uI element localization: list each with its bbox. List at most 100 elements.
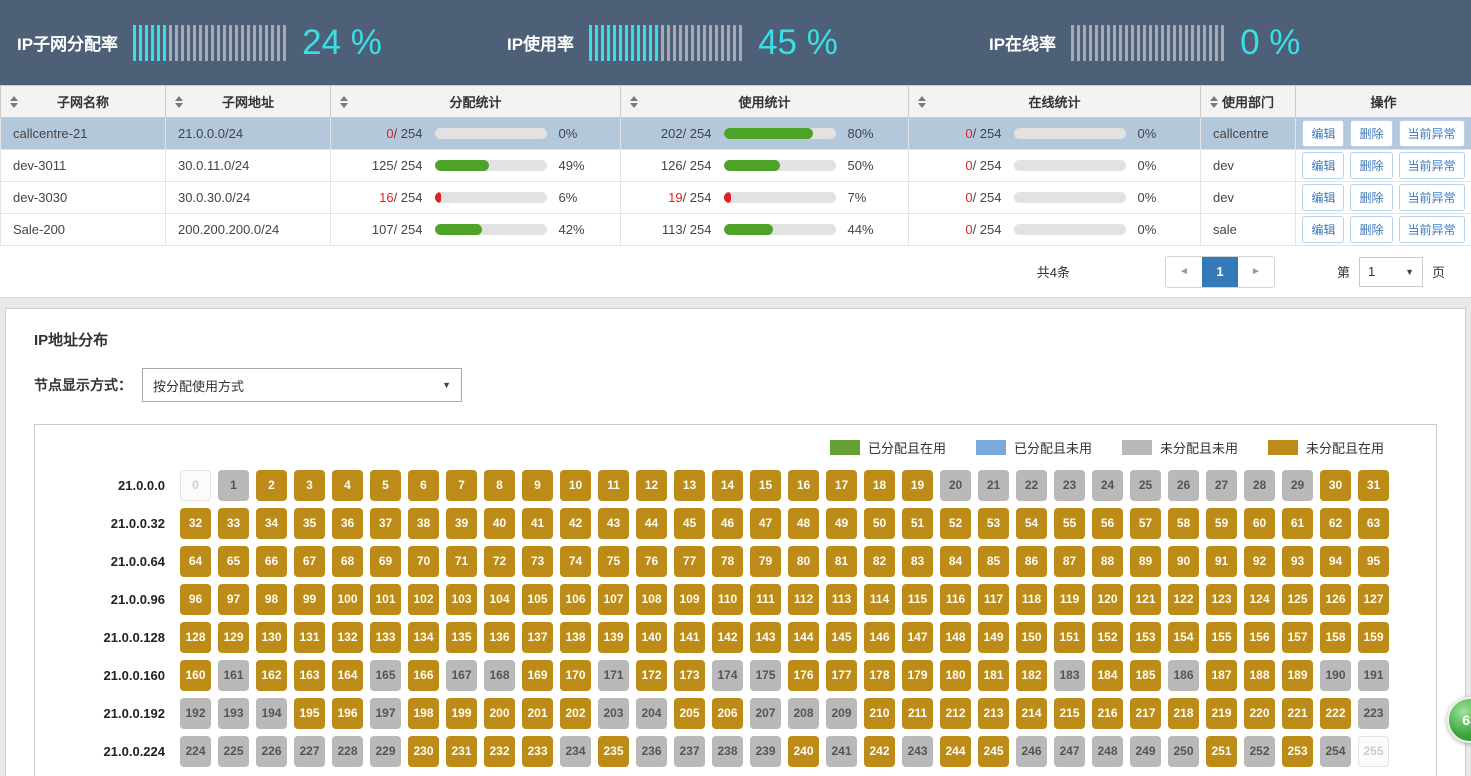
col-header-1[interactable]: 子网地址 — [166, 86, 331, 118]
ip-cell[interactable]: 107 — [598, 584, 629, 615]
ip-cell[interactable]: 113 — [826, 584, 857, 615]
ip-cell[interactable]: 28 — [1244, 470, 1275, 501]
ip-cell[interactable]: 109 — [674, 584, 705, 615]
ip-cell[interactable]: 6 — [408, 470, 439, 501]
ip-cell[interactable]: 45 — [674, 508, 705, 539]
ip-cell[interactable]: 235 — [598, 736, 629, 767]
ip-cell[interactable]: 98 — [256, 584, 287, 615]
ip-cell[interactable]: 20 — [940, 470, 971, 501]
ip-cell[interactable]: 188 — [1244, 660, 1275, 691]
ip-cell[interactable]: 156 — [1244, 622, 1275, 653]
ip-cell[interactable]: 183 — [1054, 660, 1085, 691]
ip-cell[interactable]: 7 — [446, 470, 477, 501]
ip-cell[interactable]: 189 — [1282, 660, 1313, 691]
ip-cell[interactable]: 184 — [1092, 660, 1123, 691]
delete-button[interactable]: 删除 — [1350, 184, 1392, 211]
ip-cell[interactable]: 73 — [522, 546, 553, 577]
ip-cell[interactable]: 186 — [1168, 660, 1199, 691]
current-abnormal-button[interactable]: 当前异常 — [1399, 184, 1465, 211]
ip-cell[interactable]: 81 — [826, 546, 857, 577]
ip-cell[interactable]: 208 — [788, 698, 819, 729]
table-row[interactable]: dev-303030.0.30.0/2416/ 2546%19/ 2547%0/… — [1, 182, 1471, 214]
ip-cell[interactable]: 132 — [332, 622, 363, 653]
ip-cell[interactable]: 59 — [1206, 508, 1237, 539]
ip-cell[interactable]: 47 — [750, 508, 781, 539]
current-abnormal-button[interactable]: 当前异常 — [1399, 120, 1465, 147]
ip-cell[interactable]: 241 — [826, 736, 857, 767]
ip-cell[interactable]: 191 — [1358, 660, 1389, 691]
ip-cell[interactable]: 222 — [1320, 698, 1351, 729]
ip-cell[interactable]: 153 — [1130, 622, 1161, 653]
ip-cell[interactable]: 210 — [864, 698, 895, 729]
ip-cell[interactable]: 247 — [1054, 736, 1085, 767]
ip-cell[interactable]: 221 — [1282, 698, 1313, 729]
ip-cell[interactable]: 65 — [218, 546, 249, 577]
ip-cell[interactable]: 154 — [1168, 622, 1199, 653]
ip-cell[interactable]: 91 — [1206, 546, 1237, 577]
ip-cell[interactable]: 39 — [446, 508, 477, 539]
ip-cell[interactable]: 213 — [978, 698, 1009, 729]
ip-cell[interactable]: 135 — [446, 622, 477, 653]
col-header-2[interactable]: 分配统计 — [331, 86, 621, 118]
ip-cell[interactable]: 214 — [1016, 698, 1047, 729]
ip-cell[interactable]: 167 — [446, 660, 477, 691]
ip-cell[interactable]: 157 — [1282, 622, 1313, 653]
ip-cell[interactable]: 79 — [750, 546, 781, 577]
ip-cell[interactable]: 3 — [294, 470, 325, 501]
ip-cell[interactable]: 16 — [788, 470, 819, 501]
ip-cell[interactable]: 51 — [902, 508, 933, 539]
ip-cell[interactable]: 4 — [332, 470, 363, 501]
ip-cell[interactable]: 114 — [864, 584, 895, 615]
ip-cell[interactable]: 169 — [522, 660, 553, 691]
ip-cell[interactable]: 164 — [332, 660, 363, 691]
ip-cell[interactable]: 165 — [370, 660, 401, 691]
ip-cell[interactable]: 40 — [484, 508, 515, 539]
ip-cell[interactable]: 145 — [826, 622, 857, 653]
ip-cell[interactable]: 148 — [940, 622, 971, 653]
ip-cell[interactable]: 82 — [864, 546, 895, 577]
next-page-button[interactable]: ► — [1238, 257, 1274, 287]
ip-cell[interactable]: 17 — [826, 470, 857, 501]
delete-button[interactable]: 删除 — [1350, 152, 1392, 179]
ip-cell[interactable]: 180 — [940, 660, 971, 691]
ip-cell[interactable]: 134 — [408, 622, 439, 653]
ip-cell[interactable]: 212 — [940, 698, 971, 729]
ip-cell[interactable]: 93 — [1282, 546, 1313, 577]
ip-cell[interactable]: 149 — [978, 622, 1009, 653]
ip-cell[interactable]: 19 — [902, 470, 933, 501]
ip-cell[interactable]: 211 — [902, 698, 933, 729]
ip-cell[interactable]: 249 — [1130, 736, 1161, 767]
sort-icon[interactable] — [175, 96, 183, 108]
ip-cell[interactable]: 223 — [1358, 698, 1389, 729]
ip-cell[interactable]: 24 — [1092, 470, 1123, 501]
page-1-button[interactable]: 1 — [1202, 257, 1238, 287]
ip-cell[interactable]: 96 — [180, 584, 211, 615]
ip-cell[interactable]: 49 — [826, 508, 857, 539]
ip-cell[interactable]: 41 — [522, 508, 553, 539]
ip-cell[interactable]: 54 — [1016, 508, 1047, 539]
ip-cell[interactable]: 116 — [940, 584, 971, 615]
ip-cell[interactable]: 100 — [332, 584, 363, 615]
ip-cell[interactable]: 253 — [1282, 736, 1313, 767]
ip-cell[interactable]: 151 — [1054, 622, 1085, 653]
ip-cell[interactable]: 192 — [180, 698, 211, 729]
display-mode-select[interactable]: 按分配使用方式 ▼ — [142, 368, 462, 402]
ip-cell[interactable]: 76 — [636, 546, 667, 577]
ip-cell[interactable]: 102 — [408, 584, 439, 615]
ip-cell[interactable]: 159 — [1358, 622, 1389, 653]
ip-cell[interactable]: 42 — [560, 508, 591, 539]
ip-cell[interactable]: 231 — [446, 736, 477, 767]
ip-cell[interactable]: 58 — [1168, 508, 1199, 539]
ip-cell[interactable]: 205 — [674, 698, 705, 729]
ip-cell[interactable]: 171 — [598, 660, 629, 691]
ip-cell[interactable]: 15 — [750, 470, 781, 501]
ip-cell[interactable]: 150 — [1016, 622, 1047, 653]
ip-cell[interactable]: 193 — [218, 698, 249, 729]
ip-cell[interactable]: 232 — [484, 736, 515, 767]
current-abnormal-button[interactable]: 当前异常 — [1399, 152, 1465, 179]
ip-cell[interactable]: 120 — [1092, 584, 1123, 615]
ip-cell[interactable]: 117 — [978, 584, 1009, 615]
ip-cell[interactable]: 119 — [1054, 584, 1085, 615]
ip-cell[interactable]: 121 — [1130, 584, 1161, 615]
ip-cell[interactable]: 25 — [1130, 470, 1161, 501]
